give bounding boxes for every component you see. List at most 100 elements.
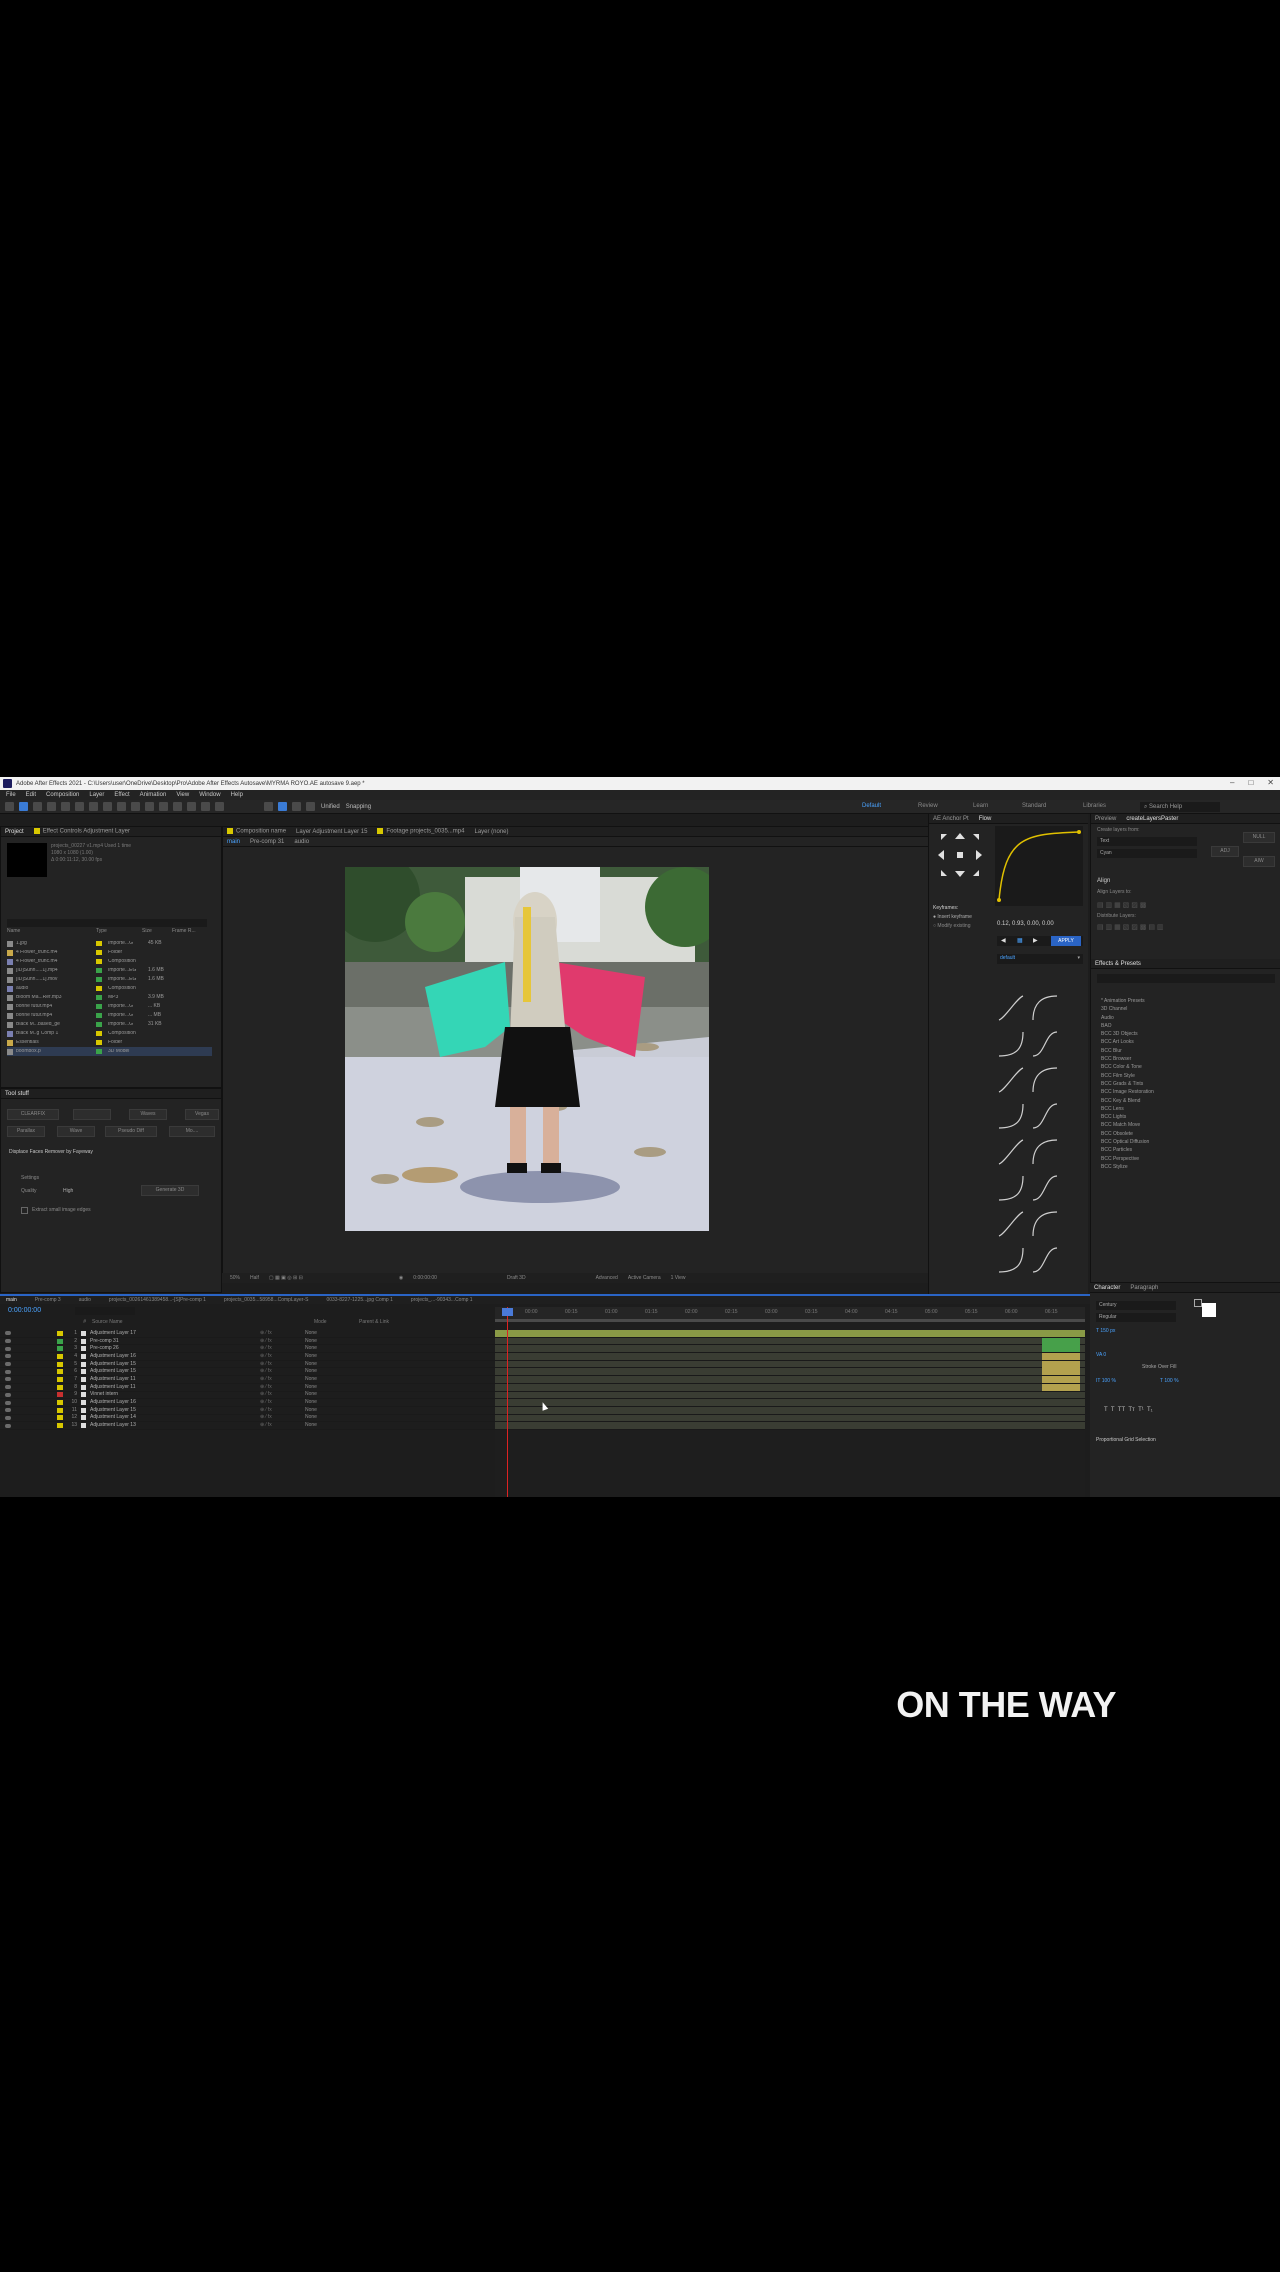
apply-button[interactable]: APPLY	[1051, 936, 1081, 946]
layer-duration-bar[interactable]	[495, 1376, 1085, 1384]
easing-preset-icon[interactable]	[1031, 1030, 1059, 1058]
font-family-dropdown[interactable]: Century	[1096, 1301, 1176, 1310]
layer-name[interactable]: Pre-comp 31	[90, 1338, 260, 1344]
visibility-eye-icon[interactable]	[5, 1362, 11, 1367]
menu-composition[interactable]: Composition	[46, 792, 79, 798]
item-label-color[interactable]	[96, 1031, 102, 1036]
layer-name[interactable]: Adjustment Layer 11	[90, 1376, 260, 1382]
item-label-color[interactable]	[96, 959, 102, 964]
roto-tool-icon[interactable]	[201, 802, 210, 811]
anchor-point-grid[interactable]	[935, 830, 985, 880]
layer-switches[interactable]: ⊕ ⁄ fx	[260, 1392, 305, 1397]
timeline-layer-row[interactable]: 4 Adjustment Layer 16 ⊕ ⁄ fx None	[0, 1353, 495, 1361]
menu-layer[interactable]: Layer	[89, 792, 104, 798]
layer-switches[interactable]: ⊕ ⁄ fx	[260, 1423, 305, 1428]
easing-preset-icon[interactable]	[1031, 1138, 1059, 1166]
adj-button[interactable]: ADJ	[1211, 846, 1239, 857]
item-label-color[interactable]	[96, 941, 102, 946]
brush-tool-icon[interactable]	[159, 802, 168, 811]
timeline-tab[interactable]: projects_...-90343...Comp 1	[411, 1297, 473, 1303]
eraser-tool-icon[interactable]	[187, 802, 196, 811]
project-search-input[interactable]	[7, 919, 207, 927]
composition-preview-image[interactable]	[345, 867, 709, 1231]
unified-label[interactable]: Unified	[321, 804, 340, 810]
null-button[interactable]: NULL	[1243, 832, 1275, 843]
insert-keyframe-radio[interactable]: ● Insert keyframe	[933, 915, 972, 920]
easing-preset-icon[interactable]	[997, 1210, 1025, 1238]
timeline-layer-row[interactable]: 2 Pre-comp 31 ⊕ ⁄ fx None	[0, 1338, 495, 1346]
pen-tool-icon[interactable]	[131, 802, 140, 811]
layer-duration-bar[interactable]	[495, 1345, 1085, 1354]
project-item[interactable]: Essentials Folder	[7, 1038, 212, 1047]
layer-duration-bar[interactable]	[495, 1391, 1085, 1400]
visibility-eye-icon[interactable]	[5, 1400, 11, 1405]
layer-parent-dropdown[interactable]: None	[305, 1376, 355, 1382]
parallax-button[interactable]: Parallax	[7, 1126, 45, 1137]
menu-window[interactable]: Window	[199, 792, 220, 798]
views-dropdown[interactable]: 1 View	[671, 1275, 686, 1281]
layer-duration-bar[interactable]	[495, 1353, 1085, 1361]
mo-button[interactable]: Mo....	[169, 1126, 215, 1137]
layer-name[interactable]: Adjustment Layer 15	[90, 1361, 260, 1367]
distribute-icons[interactable]: ▤ ▥ ▦ ▧ ▨ ▩ ▤ ▥	[1097, 924, 1164, 931]
hand-tool-icon[interactable]	[33, 802, 42, 811]
menu-view[interactable]: View	[176, 792, 189, 798]
preset-dropdown[interactable]: default ▾	[997, 954, 1083, 964]
tracking-field[interactable]: VA 0	[1096, 1353, 1106, 1358]
timeline-layer-row[interactable]: 10 Adjustment Layer 16 ⊕ ⁄ fx None	[0, 1399, 495, 1407]
layer-bar-segment[interactable]	[1042, 1360, 1080, 1368]
layer-bar-segment[interactable]	[1042, 1368, 1080, 1376]
project-item[interactable]: Bloom Ma...Ref.mp3 MP3 3.9 MB	[7, 993, 212, 1002]
wave-button[interactable]: Wave	[57, 1126, 95, 1137]
tab-project[interactable]: Project	[5, 829, 24, 835]
close-icon[interactable]: ✕	[1267, 779, 1274, 787]
renderer-dropdown[interactable]: Advanced	[596, 1275, 618, 1281]
timeline-tab[interactable]: main	[6, 1297, 17, 1303]
layer-name[interactable]: Adjustment Layer 16	[90, 1400, 260, 1405]
camera-tool-icon[interactable]	[278, 802, 287, 811]
layer-duration-bar[interactable]	[495, 1368, 1085, 1377]
axis-icon[interactable]	[264, 802, 273, 811]
project-item[interactable]: [ID]Sunn.....1].mov Importe...EG 1.6 MB	[7, 975, 212, 984]
tab-paragraph[interactable]: Paragraph	[1130, 1285, 1158, 1291]
clearfix-button[interactable]: CLEARFIX	[7, 1109, 59, 1120]
tab-preview[interactable]: Preview	[1095, 816, 1116, 822]
timeline-layer-row[interactable]: 6 Adjustment Layer 15 ⊕ ⁄ fx None	[0, 1368, 495, 1377]
project-item[interactable]: bonne futur.mp4 Importe...G ... MB	[7, 1011, 212, 1020]
item-label-color[interactable]	[96, 1004, 102, 1009]
next-arrow-icon[interactable]: ▶	[1033, 938, 1038, 944]
search-help-input[interactable]: ⌕ Search Help	[1140, 802, 1220, 812]
menu-animation[interactable]: Animation	[140, 792, 167, 798]
tab-footage[interactable]: Footage projects_0035...mp4	[377, 828, 464, 835]
visibility-eye-icon[interactable]	[5, 1377, 11, 1382]
layer-switches[interactable]: ⊕ ⁄ fx	[260, 1407, 305, 1413]
font-size-field[interactable]: T 150 px	[1096, 1329, 1115, 1334]
menu-effect[interactable]: Effect	[114, 792, 129, 798]
layer-switches[interactable]: ⊕ ⁄ fx	[260, 1376, 305, 1382]
item-label-color[interactable]	[96, 1040, 102, 1045]
extract-edges-checkbox[interactable]	[21, 1207, 28, 1214]
tab-create-layers[interactable]: createLayersPaster	[1126, 816, 1178, 822]
workspace-learn[interactable]: Learn	[973, 803, 988, 809]
timeline-tracks[interactable]: 00:00 00:15 01:00 01:15 02:00 02:15 03:00 03:15…	[495, 1307, 1085, 1497]
eyedropper-icon[interactable]	[1194, 1299, 1202, 1307]
camera-dropdown[interactable]: Active Camera	[628, 1275, 661, 1281]
timeline-layer-row[interactable]: 3 Pre-comp 26 ⊕ ⁄ fx None	[0, 1345, 495, 1354]
layer-switches[interactable]: ⊕ ⁄ fx	[260, 1338, 305, 1344]
pseudo-diff-button[interactable]: Pseudo Diff	[105, 1126, 157, 1137]
item-label-color[interactable]	[96, 986, 102, 991]
layer-switches[interactable]: ⊕ ⁄ fx	[260, 1346, 305, 1351]
layer-parent-dropdown[interactable]: None	[305, 1346, 355, 1351]
timeline-layer-row[interactable]: 12 Adjustment Layer 14 ⊕ ⁄ fx None	[0, 1415, 495, 1423]
layer-bar-segment[interactable]	[1042, 1353, 1080, 1361]
easing-preset-icon[interactable]	[997, 1246, 1025, 1274]
timeline-layer-row[interactable]: 5 Adjustment Layer 15 ⊕ ⁄ fx None	[0, 1361, 495, 1369]
project-item[interactable]: boombox.p 3D Model	[7, 1047, 212, 1056]
fill-color-swatch[interactable]	[1202, 1303, 1216, 1317]
grid-icon[interactable]: ▦	[1017, 938, 1023, 944]
selection-tool-icon[interactable]	[19, 802, 28, 811]
camera-snapshot-icon[interactable]: ◉	[399, 1275, 403, 1281]
effect-category[interactable]: 3D Channel	[1097, 1007, 1277, 1015]
item-label-color[interactable]	[96, 1049, 102, 1054]
type-tool-icon[interactable]	[145, 802, 154, 811]
